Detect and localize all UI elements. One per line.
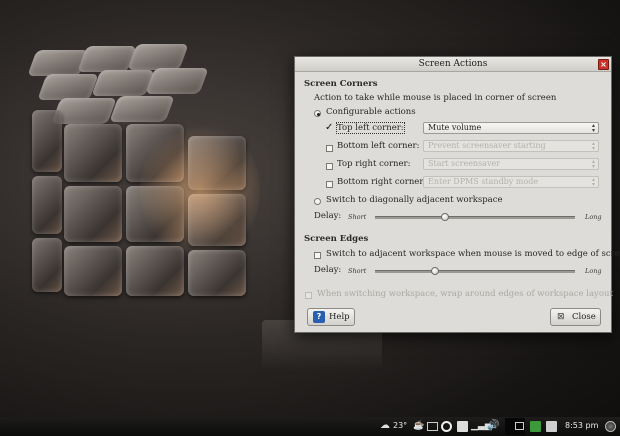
- edges-delay-slider[interactable]: [375, 267, 575, 275]
- battery-icon[interactable]: [530, 421, 541, 432]
- top-left-corner-select[interactable]: Mute volume ▴ ▾: [423, 122, 599, 134]
- top-right-corner-label: Top right corner:: [337, 159, 411, 169]
- taskbar: ☁ 23° ☕ ▁▃▅ 🔊 8:53 pm: [0, 417, 620, 436]
- clock-icon[interactable]: [441, 421, 452, 432]
- top-right-corner-value: Start screensaver: [428, 159, 501, 168]
- close-button[interactable]: ⊠ Close: [550, 308, 601, 326]
- bottom-left-corner-checkbox[interactable]: [326, 145, 333, 152]
- window-close-icon[interactable]: ×: [598, 59, 609, 70]
- spin-arrows-icon: ▴ ▾: [591, 176, 595, 188]
- edges-delay-long: Long: [585, 267, 602, 275]
- corners-delay-slider[interactable]: [375, 213, 575, 221]
- diagonal-workspace-label: Switch to diagonally adjacent workspace: [326, 195, 503, 205]
- spin-arrows-icon: ▴ ▾: [591, 122, 595, 134]
- bottom-right-corner-label: Bottom right corner:: [337, 177, 427, 187]
- corners-delay-short: Short: [348, 213, 367, 221]
- top-right-corner-select[interactable]: Start screensaver ▴ ▾: [423, 158, 599, 170]
- weather-icon[interactable]: ☁: [380, 420, 391, 431]
- display-icon[interactable]: [515, 422, 524, 430]
- laptop-icon[interactable]: [427, 422, 438, 431]
- network-signal-icon[interactable]: ▁▃▅: [471, 421, 492, 432]
- bottom-right-corner-select[interactable]: Enter DPMS standby mode ▴ ▾: [423, 176, 599, 188]
- corners-delay-label: Delay:: [314, 211, 342, 221]
- bottom-right-corner-value: Enter DPMS standby mode: [428, 177, 539, 186]
- help-label: Help: [329, 312, 350, 322]
- screen-actions-dialog: Screen Actions × Screen Corners Action t…: [294, 56, 620, 333]
- edges-delay-slider-handle[interactable]: [431, 267, 439, 275]
- top-left-corner-value: Mute volume: [428, 123, 482, 132]
- document-icon[interactable]: [457, 421, 468, 432]
- help-button[interactable]: ? Help: [307, 308, 355, 326]
- wrap-around-checkbox[interactable]: [305, 292, 312, 299]
- top-left-corner-label: Top left corner:: [336, 122, 405, 134]
- corners-delay-slider-handle[interactable]: [441, 213, 449, 221]
- diagonal-workspace-radio[interactable]: [314, 198, 321, 205]
- wrap-around-label: When switching workspace, wrap around ed…: [317, 289, 613, 299]
- menu-globe-icon[interactable]: [605, 421, 616, 432]
- bottom-left-corner-label: Bottom left corner:: [337, 141, 420, 151]
- close-label: Close: [572, 312, 596, 322]
- bottom-left-corner-value: Prevent screensaver starting: [428, 141, 546, 150]
- coffee-icon[interactable]: ☕: [413, 421, 424, 432]
- corners-delay-long: Long: [585, 213, 602, 221]
- bottom-left-corner-select[interactable]: Prevent screensaver starting ▴ ▾: [423, 140, 599, 152]
- checkmark-icon: ✓: [325, 122, 334, 133]
- configurable-actions-label: Configurable actions: [326, 107, 416, 117]
- wallpaper-cube-image: [20, 40, 260, 300]
- clock-time[interactable]: 8:53 pm: [565, 421, 598, 430]
- edge-switch-checkbox[interactable]: [314, 252, 321, 259]
- dialog-title: Screen Actions: [418, 59, 488, 69]
- screen-edges-heading: Screen Edges: [304, 234, 369, 244]
- edges-delay-short: Short: [348, 267, 367, 275]
- notes-icon[interactable]: [546, 421, 557, 432]
- system-tray: ☁ 23° ☕ ▁▃▅ 🔊 8:53 pm: [375, 417, 620, 436]
- close-icon: ⊠: [557, 312, 565, 322]
- screen-corners-heading: Screen Corners: [304, 79, 378, 89]
- dialog-titlebar[interactable]: Screen Actions ×: [295, 57, 611, 72]
- top-right-corner-checkbox[interactable]: [326, 163, 333, 170]
- help-icon: ?: [313, 311, 325, 323]
- volume-icon[interactable]: 🔊: [487, 420, 499, 431]
- temperature[interactable]: 23°: [393, 421, 407, 430]
- edges-delay-label: Delay:: [314, 265, 342, 275]
- edge-switch-label: Switch to adjacent workspace when mouse …: [326, 249, 620, 259]
- corners-description: Action to take while mouse is placed in …: [314, 93, 557, 103]
- bottom-right-corner-checkbox[interactable]: [326, 181, 333, 188]
- configurable-actions-radio[interactable]: [314, 110, 321, 117]
- spin-arrows-icon: ▴ ▾: [591, 140, 595, 152]
- spin-arrows-icon: ▴ ▾: [591, 158, 595, 170]
